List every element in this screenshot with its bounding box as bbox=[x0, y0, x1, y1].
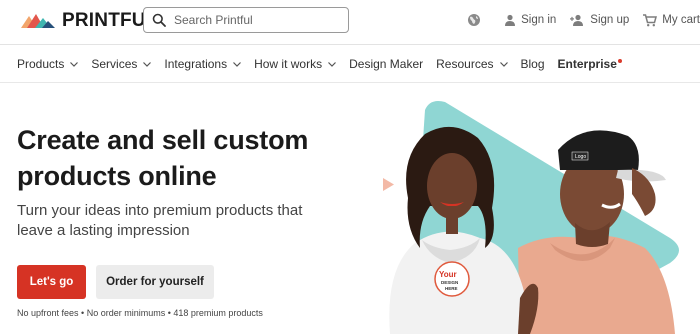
nav-label: Resources bbox=[436, 57, 494, 71]
nav-divider bbox=[0, 82, 700, 83]
nav-label: How it works bbox=[254, 57, 323, 71]
chevron-down-icon bbox=[499, 61, 508, 67]
nav-label: Design Maker bbox=[349, 57, 424, 71]
sign-up-label: Sign up bbox=[590, 14, 630, 26]
hero-illustration: Logo Your DESIGN HERE bbox=[383, 101, 679, 334]
play-triangle-icon bbox=[383, 178, 394, 191]
main-nav: Products Services Integrations How it wo… bbox=[17, 56, 635, 72]
nav-label: Blog bbox=[520, 57, 545, 71]
header-divider bbox=[0, 44, 700, 45]
nav-item-integrations[interactable]: Integrations bbox=[164, 57, 242, 71]
cap-logo-text: Logo bbox=[575, 154, 586, 160]
cart-label: My cart bbox=[662, 14, 700, 26]
logo-mark-icon bbox=[21, 14, 55, 28]
hoodie-text-2: DESIGN bbox=[441, 280, 458, 285]
header: PRINTFUL Sign in bbox=[0, 0, 700, 44]
nav-label: Services bbox=[91, 57, 138, 71]
nav-item-design-maker[interactable]: Design Maker bbox=[349, 57, 423, 71]
printful-logo[interactable]: PRINTFUL bbox=[16, 9, 158, 33]
chevron-down-icon bbox=[143, 61, 152, 67]
cart-link[interactable]: My cart bbox=[643, 13, 700, 27]
order-for-yourself-button[interactable]: Order for yourself bbox=[96, 265, 214, 299]
hero-subtitle: Turn your ideas into premium products th… bbox=[17, 202, 303, 239]
language-selector[interactable] bbox=[467, 13, 486, 27]
new-indicator-dot bbox=[617, 59, 622, 63]
search-input[interactable] bbox=[174, 13, 334, 27]
user-icon bbox=[505, 14, 516, 26]
nav-item-how-it-works[interactable]: How it works bbox=[254, 57, 337, 71]
nav-label: Products bbox=[17, 57, 65, 71]
search-icon bbox=[152, 13, 166, 27]
chevron-down-icon bbox=[70, 61, 79, 67]
sign-in-label: Sign in bbox=[521, 14, 557, 26]
header-actions: Sign in Sign up My cart bbox=[453, 0, 700, 40]
search-box[interactable] bbox=[143, 7, 349, 33]
sign-in-link[interactable]: Sign in bbox=[504, 14, 556, 26]
nav-item-resources[interactable]: Resources bbox=[436, 57, 508, 71]
lets-go-button[interactable]: Let's go bbox=[17, 265, 86, 299]
hero-fine-print: No upfront fees • No order minimums • 41… bbox=[17, 308, 263, 318]
hoodie-text-1: Your bbox=[439, 270, 457, 279]
user-plus-icon bbox=[570, 14, 584, 26]
nav-label: Integrations bbox=[164, 57, 228, 71]
hoodie-text-3: HERE bbox=[445, 286, 458, 291]
globe-icon bbox=[468, 14, 481, 26]
nav-item-services[interactable]: Services bbox=[91, 57, 152, 71]
sign-up-link[interactable]: Sign up bbox=[570, 14, 629, 26]
chevron-down-icon bbox=[328, 61, 337, 67]
nav-item-products[interactable]: Products bbox=[17, 57, 79, 71]
cart-icon bbox=[643, 13, 658, 26]
nav-item-enterprise[interactable]: Enterprise bbox=[558, 57, 622, 71]
hero-title: Create and sell custom products online bbox=[17, 125, 309, 191]
nav-item-blog[interactable]: Blog bbox=[521, 57, 545, 71]
chevron-down-icon bbox=[233, 61, 242, 67]
nav-label: Enterprise bbox=[557, 57, 617, 71]
